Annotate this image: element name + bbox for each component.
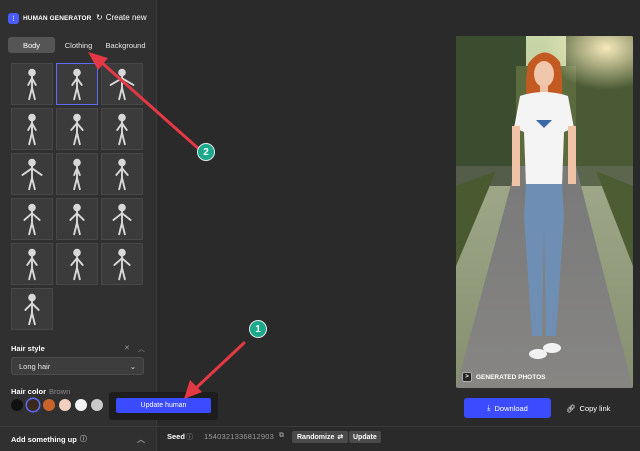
hair-color-swatch[interactable] [43, 399, 55, 411]
pose-thumbnail[interactable] [11, 108, 53, 150]
annotation-marker-1: 1 [249, 320, 267, 338]
pose-thumbnail[interactable] [11, 198, 53, 240]
pose-thumbnail[interactable] [56, 153, 98, 195]
tab-clothing[interactable]: Clothing [55, 37, 102, 53]
hair-style-heading: Hair style [11, 344, 45, 353]
update-human-label: Update human [140, 402, 187, 409]
hair-color-heading: Hair color Brown [11, 387, 70, 396]
close-icon[interactable]: ✕ [124, 344, 130, 354]
pose-thumbnail[interactable] [11, 288, 53, 330]
create-new-label: Create new [105, 13, 147, 22]
info-icon: ⓘ [186, 434, 193, 441]
pose-thumbnail[interactable] [101, 63, 143, 105]
seed-update-label: Update [353, 433, 377, 441]
mannequin-icon [73, 158, 81, 191]
mannequin-icon [70, 113, 84, 146]
hair-color-swatch[interactable] [75, 399, 87, 411]
hair-style-value: Long hair [19, 361, 51, 371]
pose-thumbnail[interactable] [56, 63, 98, 105]
photo-image [456, 36, 633, 388]
copy-link-label: Copy link [579, 403, 611, 413]
hair-style-select[interactable]: Long hair ⌄ [11, 357, 144, 375]
create-new-button[interactable]: ↻ Create new [96, 13, 147, 22]
mannequin-icon [113, 248, 131, 281]
randomize-button[interactable]: Randomize ⇄ [292, 431, 349, 443]
tab-bar: Body Clothing Background [8, 37, 149, 53]
pose-thumbnail[interactable] [101, 243, 143, 285]
shuffle-icon: ⇄ [337, 434, 344, 441]
hair-color-swatches [11, 399, 103, 411]
pose-thumbnail[interactable] [101, 153, 143, 195]
pose-thumbnail[interactable] [11, 153, 53, 195]
mannequin-icon [27, 113, 37, 146]
logo-icon: ⁝ [8, 12, 19, 24]
randomize-label: Randomize [297, 433, 335, 441]
link-icon: 🔗︎ [566, 403, 576, 413]
hair-color-swatch[interactable] [59, 399, 71, 411]
pose-thumbnail[interactable] [11, 63, 53, 105]
seed-update-button[interactable]: Update [349, 431, 381, 443]
download-button[interactable]: ⤓ Download [464, 398, 551, 418]
generated-photos-badge: > GENERATED PHOTOS [462, 372, 545, 382]
mannequin-icon [116, 113, 128, 146]
copy-icon[interactable]: ⧉ [279, 432, 284, 440]
sidebar: ⁝ HUMAN GENERATOR ↻ Create new Body Clot… [0, 0, 157, 451]
tab-body[interactable]: Body [8, 37, 55, 53]
chevron-up-icon: ︿ [137, 434, 145, 444]
copy-link-button[interactable]: 🔗︎ Copy link [566, 398, 610, 418]
update-human-button[interactable]: Update human [116, 398, 211, 413]
mannequin-icon [109, 68, 135, 101]
seed-value[interactable]: 1540321336812903 [204, 432, 274, 441]
app-root: ⁝ HUMAN GENERATOR ↻ Create new Body Clot… [0, 0, 640, 451]
add-something-bar[interactable]: Add something up ⓘ ︿ [0, 426, 157, 451]
mannequin-icon [27, 68, 37, 101]
terminal-icon: > [462, 372, 472, 382]
hair-color-value: Brown [49, 387, 71, 396]
mannequin-icon [71, 68, 83, 101]
hair-color-swatch[interactable] [27, 399, 39, 411]
annotation-marker-2: 2 [197, 143, 215, 161]
refresh-icon: ↻ [96, 13, 103, 22]
badge-label: GENERATED PHOTOS [476, 373, 546, 381]
info-icon: ⓘ [79, 436, 87, 443]
hair-style-actions: ✕ ︿ [124, 344, 145, 354]
chevron-up-icon[interactable]: ︿ [138, 344, 145, 354]
mannequin-icon [24, 293, 40, 326]
add-something-label: Add something up [11, 434, 77, 444]
mannequin-icon [21, 158, 43, 191]
pose-thumbnail[interactable] [101, 108, 143, 150]
generated-photo [456, 36, 633, 388]
pose-thumbnail[interactable] [56, 108, 98, 150]
download-label: Download [494, 403, 528, 413]
pose-grid [11, 63, 143, 330]
hair-color-swatch[interactable] [91, 399, 103, 411]
tab-background[interactable]: Background [102, 37, 149, 53]
pose-thumbnail[interactable] [11, 243, 53, 285]
hair-color-label: Hair color [11, 387, 47, 396]
seed-label: Seed [167, 432, 185, 441]
download-icon: ⤓ [487, 403, 491, 412]
pose-thumbnail[interactable] [56, 198, 98, 240]
mannequin-icon [115, 158, 129, 191]
chevron-down-icon: ⌄ [129, 361, 136, 371]
mannequin-icon [112, 203, 132, 236]
mannequin-icon [23, 203, 41, 236]
pose-thumbnail[interactable] [101, 198, 143, 240]
mannequin-icon [26, 248, 38, 281]
pose-thumbnail[interactable] [56, 243, 98, 285]
mannequin-icon [70, 248, 84, 281]
brand-title: HUMAN GENERATOR [23, 14, 92, 22]
mannequin-icon [69, 203, 85, 236]
hair-color-swatch[interactable] [11, 399, 23, 411]
